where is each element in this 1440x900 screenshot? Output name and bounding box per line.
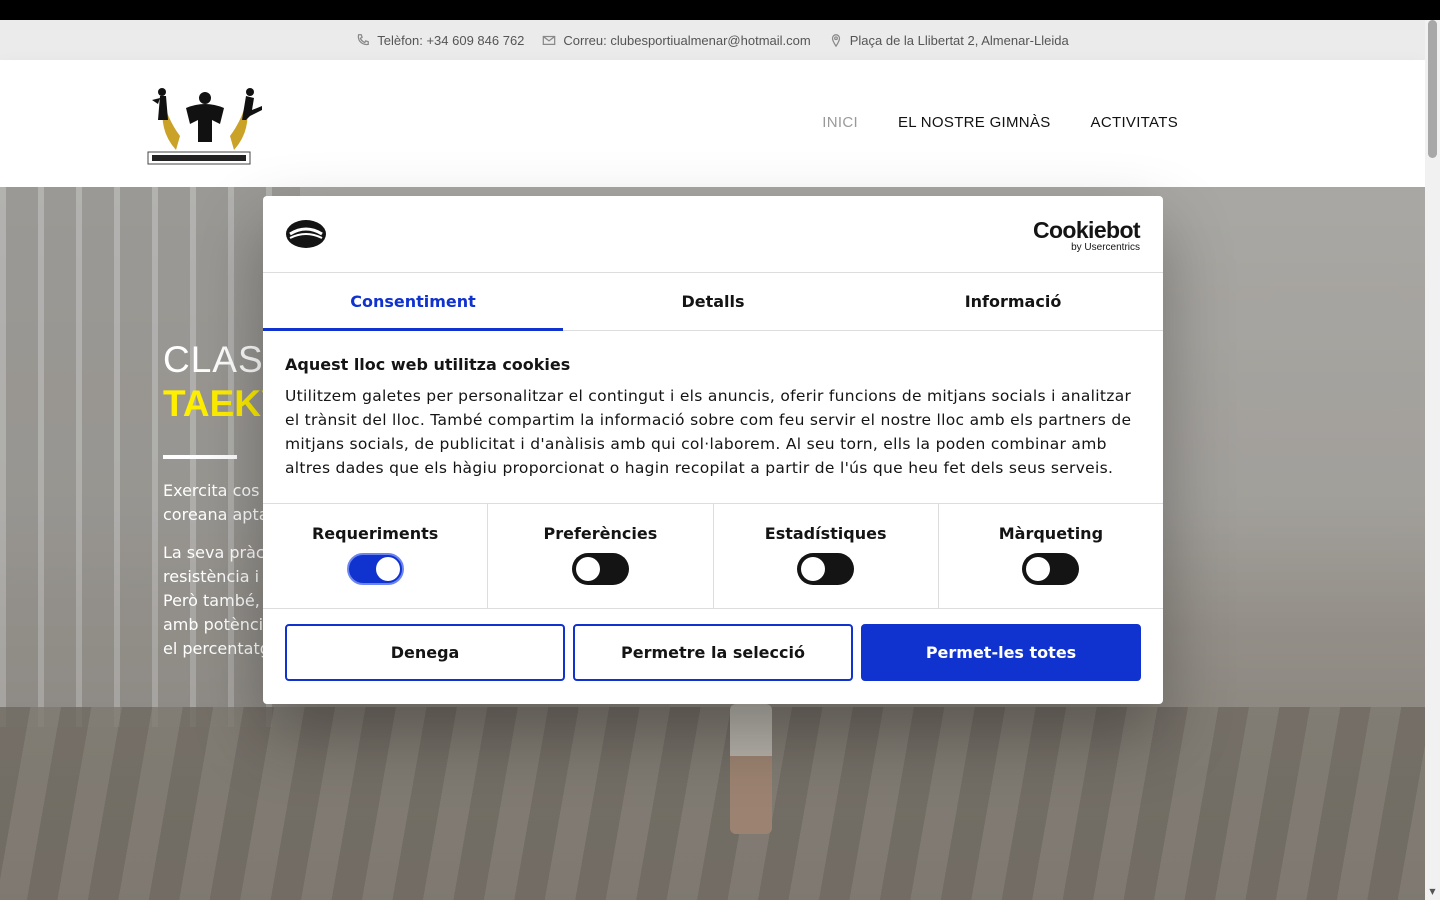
deny-button[interactable]: Denega [285,624,565,681]
toggle-estadistiques[interactable] [797,553,855,585]
scrollbar-thumb[interactable] [1428,20,1437,158]
toggle-group-marqueting: Màrqueting [939,504,1163,608]
page-scrollbar[interactable]: ▲ ▼ [1425,20,1440,900]
toggle-requeriments[interactable] [346,553,404,585]
toggle-label-requeriments: Requeriments [311,524,439,543]
hero-p2-line1: La seva pràc [163,543,265,562]
nav-item-gimnas[interactable]: EL NOSTRE GIMNÀS [898,114,1051,131]
scroll-down-icon[interactable]: ▼ [1428,888,1437,896]
phone-item[interactable]: Telèfon: +34 609 846 762 [356,33,524,48]
toggle-preferencies[interactable] [571,553,629,585]
allow-all-button[interactable]: Permet-les totes [861,624,1141,681]
hero-p2-line5: el percentatg [163,639,270,658]
allow-selection-button[interactable]: Permetre la selecció [573,624,853,681]
toggle-label-preferencies: Preferències [543,524,658,543]
dialog-buttons: Denega Permetre la selecció Permet-les t… [263,609,1163,696]
mail-icon [543,35,556,45]
toggle-knob [801,557,826,581]
dialog-text: Utilitzem galetes per personalitzar el c… [285,387,1132,477]
tab-informacio[interactable]: Informació [863,273,1163,330]
top-black-bar [0,0,1440,20]
cookiebot-logo-icon [286,220,326,248]
phone-text: Telèfon: +34 609 846 762 [377,32,525,48]
site-header: INICI EL NOSTRE GIMNÀS ACTIVITATS [0,60,1425,187]
brand-sub: by Usercentrics [1071,242,1140,253]
address-text: Plaça de la Llibertat 2, Almenar-Lleida [849,32,1069,48]
tab-detalls[interactable]: Detalls [563,273,863,330]
club-logo[interactable] [146,80,264,168]
dialog-header: Cookiebot by Usercentrics [263,196,1163,273]
phone-icon [358,34,370,46]
toggle-group-requeriments: Requeriments [263,504,489,608]
toggle-knob [575,557,600,581]
email-item[interactable]: Correu: clubesportiualmenar@hotmail.com [542,32,811,48]
cookie-consent-dialog: Cookiebot by Usercentrics Consentiment D… [263,196,1163,704]
main-nav: INICI EL NOSTRE GIMNÀS ACTIVITATS [822,114,1178,131]
address-item: Plaça de la Llibertat 2, Almenar-Lleida [829,33,1069,48]
hero-p1-line2: coreana apta [163,505,269,524]
hero-p2-line2: resistència i [163,567,260,586]
toggle-label-estadistiques: Estadístiques [764,524,887,543]
hero-p2-line4: amb potènci [163,615,264,634]
dialog-body: Aquest lloc web utilitza cookies Utilitz… [263,331,1163,504]
nav-item-inici[interactable]: INICI [822,114,858,131]
location-pin-icon [831,34,840,47]
dialog-tabs: Consentiment Detalls Informació [263,273,1163,331]
hero-p1-line1: Exercita cos [163,481,260,500]
email-text: Correu: clubesportiualmenar@hotmail.com [563,32,811,48]
nav-item-activitats[interactable]: ACTIVITATS [1091,114,1178,131]
brand-name: Cookiebot [1032,217,1141,243]
cookiebot-brand[interactable]: Cookiebot by Usercentrics [1032,217,1141,254]
toggle-knob [1026,557,1051,581]
contact-topbar: Telèfon: +34 609 846 762 Correu: clubesp… [0,20,1425,60]
tab-consentiment[interactable]: Consentiment [263,273,563,331]
toggle-label-marqueting: Màrqueting [998,524,1104,543]
hero-p2-line3: Però també, [163,591,260,610]
dialog-title: Aquest lloc web utilitza cookies [285,355,571,374]
toggle-group-preferencies: Preferències [488,504,714,608]
toggle-group-estadistiques: Estadístiques [714,504,939,608]
consent-toggles: Requeriments Preferències Estadístiques … [263,504,1163,609]
hero-divider [163,455,237,459]
toggle-marqueting[interactable] [1022,553,1080,585]
toggle-knob [375,557,400,581]
